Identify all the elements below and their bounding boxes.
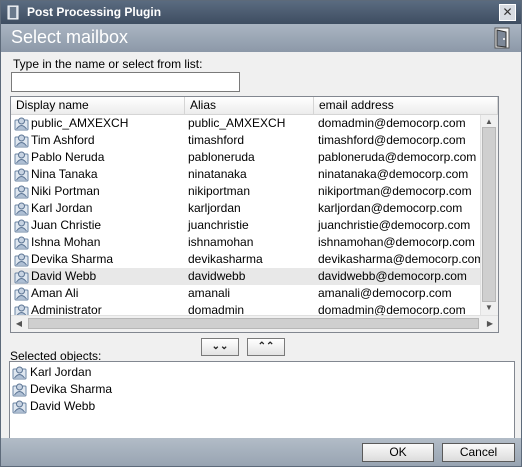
row-email: devikasharma@democorp.com — [318, 252, 485, 266]
title-bar: Post Processing Plugin ✕ — [1, 1, 521, 24]
mailbox-user-icon — [14, 253, 29, 267]
move-down-button[interactable]: ⌄⌄ — [201, 338, 239, 356]
row-alias: domadmin — [188, 303, 245, 315]
row-display-name: Aman Ali — [31, 286, 79, 300]
mailbox-user-icon — [14, 304, 29, 315]
row-email: pabloneruda@democorp.com — [318, 150, 477, 164]
table-row[interactable]: Nina Tanaka ninatanaka ninatanaka@democorp… — [11, 166, 498, 183]
table-row[interactable]: David Webb davidwebb davidwebb@democorp.co… — [11, 268, 498, 285]
table-row[interactable]: Niki Portman nikiportman nikiportman@democ… — [11, 183, 498, 200]
row-alias: devikasharma — [188, 252, 263, 266]
selected-object-label: Karl Jordan — [30, 365, 92, 379]
list-rows: public_AMXEXCH public_AMXEXCH domadmin@dem… — [11, 115, 498, 315]
row-alias: karljordan — [188, 201, 241, 215]
mailbox-user-icon — [14, 151, 29, 165]
mailbox-user-icon — [14, 236, 29, 250]
list-header: Display name Alias email address — [11, 97, 498, 115]
mailbox-user-icon — [14, 270, 29, 284]
row-email: ishnamohan@democorp.com — [318, 235, 475, 249]
selected-object-item[interactable]: David Webb — [10, 398, 310, 415]
vertical-scrollbar[interactable]: ▲ ▼ — [480, 115, 498, 315]
table-row[interactable]: Pablo Neruda pabloneruda pabloneruda@democ… — [11, 149, 498, 166]
horizontal-scrollbar[interactable]: ◀ ▶ — [11, 315, 498, 332]
row-email: timashford@democorp.com — [318, 133, 466, 147]
search-input[interactable] — [11, 72, 240, 92]
selected-object-item[interactable]: Devika Sharma — [10, 381, 310, 398]
row-display-name: Juan Christie — [31, 218, 102, 232]
table-row[interactable]: Administrator domadmin domadmin@democorp.c… — [11, 302, 498, 315]
mailbox-user-icon — [12, 383, 27, 397]
column-header-display-name[interactable]: Display name — [11, 97, 185, 114]
table-row[interactable]: Juan Christie juanchristie juanchristie@de… — [11, 217, 498, 234]
table-row[interactable]: Aman Ali amanali amanali@democorp.com — [11, 285, 498, 302]
ok-button[interactable]: OK — [362, 443, 434, 462]
table-row[interactable]: Ishna Mohan ishnamohan ishnamohan@democorp… — [11, 234, 498, 251]
selected-object-label: Devika Sharma — [30, 382, 113, 396]
row-alias: ishnamohan — [188, 235, 254, 249]
mailbox-user-icon — [14, 168, 29, 182]
dialog-header: Select mailbox — [1, 24, 521, 52]
window-title: Post Processing Plugin — [27, 5, 162, 19]
post-processing-plugin-window: Post Processing Plugin ✕ Select mailbox … — [0, 0, 522, 467]
row-display-name: public_AMXEXCH — [31, 116, 129, 130]
dialog-heading: Select mailbox — [11, 27, 129, 47]
row-email: domadmin@democorp.com — [318, 303, 466, 315]
mailbox-user-icon — [12, 400, 27, 414]
mailbox-user-icon — [14, 287, 29, 301]
door-icon — [494, 27, 510, 49]
row-alias: ninatanaka — [188, 167, 247, 181]
mailbox-user-icon — [12, 366, 27, 380]
row-email: juanchristie@democorp.com — [318, 218, 471, 232]
close-button[interactable]: ✕ — [499, 4, 516, 21]
row-display-name: Tim Ashford — [31, 133, 95, 147]
row-display-name: Pablo Neruda — [31, 150, 105, 164]
selected-object-label: David Webb — [30, 399, 96, 413]
cancel-button[interactable]: Cancel — [442, 443, 515, 462]
mailbox-user-icon — [14, 117, 29, 131]
row-display-name: David Webb — [31, 269, 97, 283]
row-email: ninatanaka@democorp.com — [318, 167, 469, 181]
scroll-right-arrow-icon[interactable]: ▶ — [482, 317, 498, 331]
row-alias: juanchristie — [188, 218, 249, 232]
selected-object-item[interactable]: Karl Jordan — [10, 364, 310, 381]
mailbox-user-icon — [14, 219, 29, 233]
row-display-name: Devika Sharma — [31, 252, 114, 266]
row-email: amanali@democorp.com — [318, 286, 452, 300]
row-alias: pabloneruda — [188, 150, 255, 164]
row-display-name: Nina Tanaka — [31, 167, 98, 181]
row-display-name: Ishna Mohan — [31, 235, 101, 249]
mailbox-user-icon — [14, 134, 29, 148]
table-row[interactable]: public_AMXEXCH public_AMXEXCH domadmin@dem… — [11, 115, 498, 132]
mailbox-user-icon — [14, 202, 29, 216]
mailbox-list[interactable]: Display name Alias email address public_… — [10, 96, 499, 333]
row-email: nikiportman@democorp.com — [318, 184, 472, 198]
row-display-name: Karl Jordan — [31, 201, 93, 215]
row-alias: davidwebb — [188, 269, 246, 283]
table-row[interactable]: Devika Sharma devikasharma devikasharma@de… — [11, 251, 498, 268]
column-header-email[interactable]: email address — [314, 97, 498, 114]
move-up-button[interactable]: ⌃⌃ — [247, 338, 285, 356]
row-alias: timashford — [188, 133, 245, 147]
row-email: domadmin@democorp.com — [318, 116, 466, 130]
search-prompt-label: Type in the name or select from list: — [13, 57, 203, 71]
mailbox-user-icon — [14, 185, 29, 199]
scroll-down-arrow-icon[interactable]: ▼ — [481, 301, 497, 315]
vertical-scroll-thumb[interactable] — [482, 127, 496, 302]
row-alias: nikiportman — [188, 184, 251, 198]
row-email: karljordan@democorp.com — [318, 201, 463, 215]
table-row[interactable]: Karl Jordan karljordan karljordan@democorp… — [11, 200, 498, 217]
row-display-name: Niki Portman — [31, 184, 100, 198]
horizontal-scroll-thumb[interactable] — [28, 318, 479, 329]
app-door-icon — [7, 5, 19, 20]
selected-objects-list[interactable]: Karl Jordan Devika Sharma David Webb — [9, 361, 515, 439]
row-email: davidwebb@democorp.com — [318, 269, 467, 283]
row-display-name: Administrator — [31, 303, 102, 315]
row-alias: public_AMXEXCH — [188, 116, 286, 130]
scroll-left-arrow-icon[interactable]: ◀ — [11, 317, 27, 331]
row-alias: amanali — [188, 286, 231, 300]
column-header-alias[interactable]: Alias — [185, 97, 314, 114]
table-row[interactable]: Tim Ashford timashford timashford@democorp… — [11, 132, 498, 149]
